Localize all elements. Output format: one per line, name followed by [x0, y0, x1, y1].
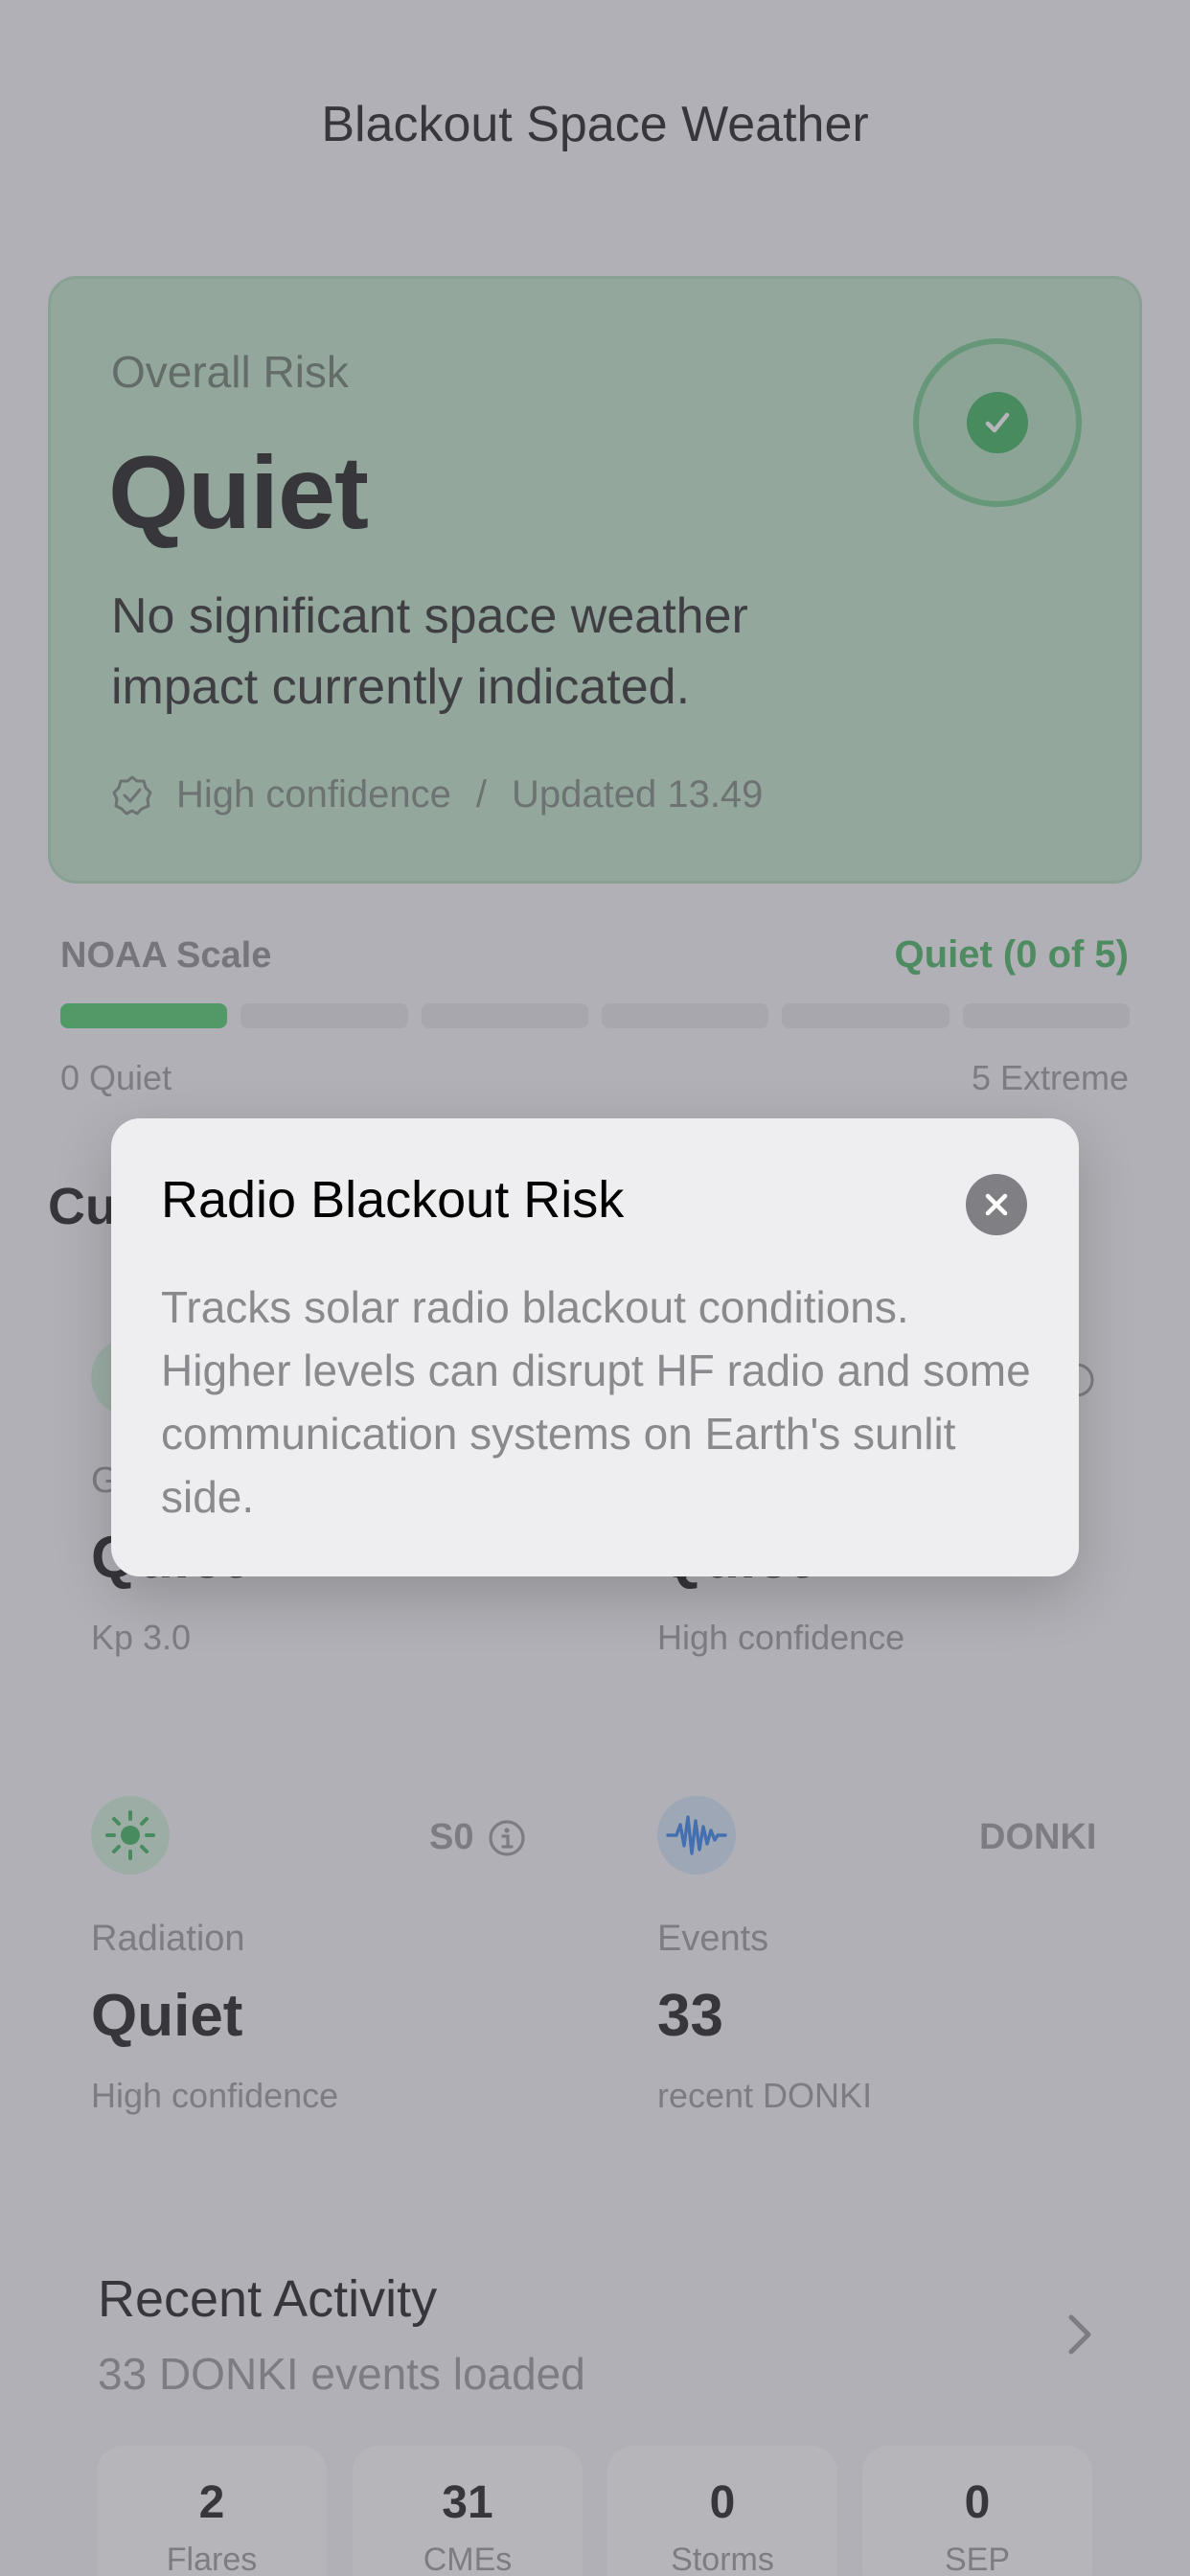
close-icon: [985, 1193, 1008, 1216]
info-popover: Radio Blackout Risk Tracks solar radio b…: [111, 1118, 1079, 1576]
popover-title: Radio Blackout Risk: [161, 1171, 625, 1229]
popover-body: Tracks solar radio blackout conditions. …: [161, 1282, 1031, 1522]
close-button[interactable]: [966, 1174, 1027, 1235]
app-screen: Blackout Space Weather Overall Risk Quie…: [0, 0, 1190, 2576]
